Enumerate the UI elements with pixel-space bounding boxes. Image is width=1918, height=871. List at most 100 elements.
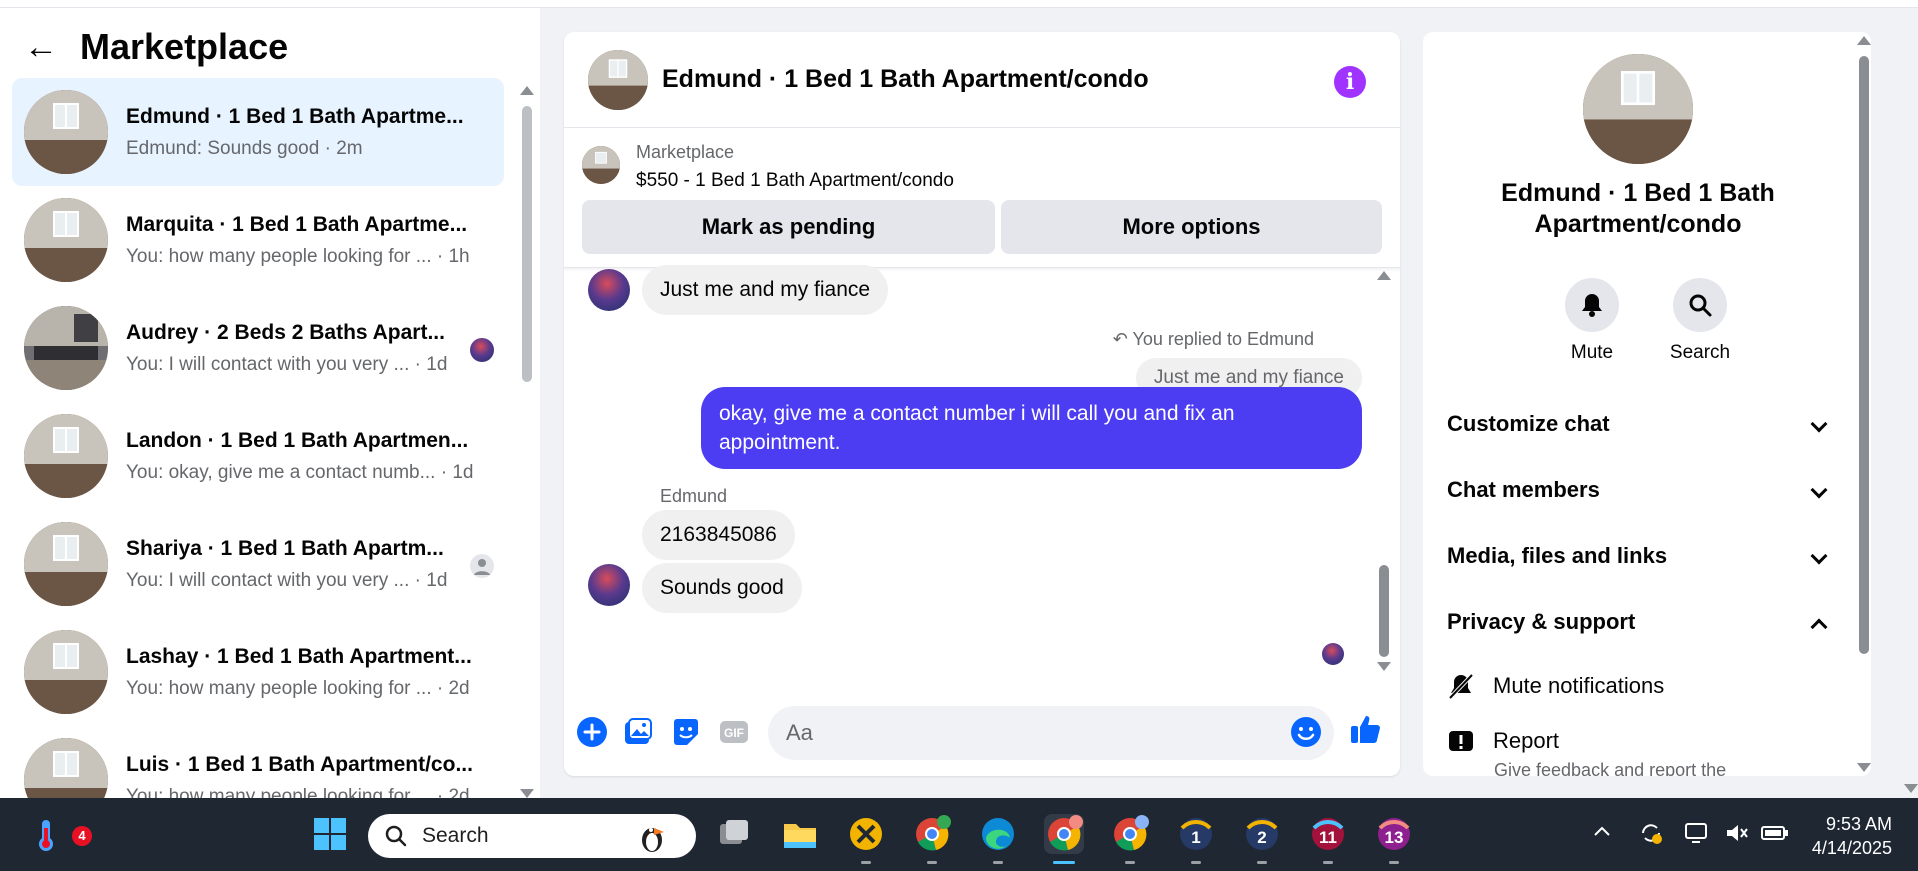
file-explorer-icon[interactable] xyxy=(780,814,820,854)
chrome-active-icon[interactable] xyxy=(1044,814,1084,864)
volume-muted-icon[interactable] xyxy=(1724,820,1750,852)
details-avatar[interactable] xyxy=(1583,54,1693,164)
sender-avatar[interactable] xyxy=(588,269,630,311)
app-window-1-icon[interactable]: 1 xyxy=(1176,814,1216,864)
details-scrollbar[interactable] xyxy=(1857,36,1871,772)
listing-title[interactable]: $550 - 1 Bed 1 Bath Apartment/condo xyxy=(636,170,954,192)
thumbs-up-icon[interactable] xyxy=(1348,712,1380,744)
listing-thumbnail xyxy=(24,198,108,282)
battery-icon[interactable] xyxy=(1760,820,1790,852)
default-user-icon xyxy=(470,554,494,578)
weather-badge: 4 xyxy=(72,826,92,846)
conversation-preview: Edmund: Sounds good · 2m xyxy=(126,137,363,159)
app-indicator xyxy=(993,861,1003,864)
sidebar-scrollbar[interactable] xyxy=(520,86,534,798)
app-indicator xyxy=(1257,861,1267,864)
scrollbar-thumb[interactable] xyxy=(1379,565,1389,657)
conversation-item[interactable]: Luis · 1 Bed 1 Bath Apartment/co... You:… xyxy=(12,726,504,798)
app-indicator xyxy=(861,861,871,864)
taskbar-search[interactable]: Search xyxy=(368,814,696,858)
chat-panel: Edmund · 1 Bed 1 Bath Apartment/condo i … xyxy=(564,32,1400,776)
task-view-icon[interactable] xyxy=(714,814,754,854)
thermometer-icon xyxy=(39,820,53,851)
puffin-icon xyxy=(642,828,664,852)
scrollbar-thumb[interactable] xyxy=(1859,56,1869,654)
privacy-support-section[interactable]: Privacy & support xyxy=(1447,602,1837,642)
reply-note: ↶ You replied to Edmund xyxy=(1113,329,1314,350)
app-window-2-icon[interactable]: 2 xyxy=(1242,814,1282,864)
sync-icon[interactable] xyxy=(1638,820,1664,852)
message-input[interactable] xyxy=(768,706,1334,760)
conversation-preview: You: how many people looking for ... · 2… xyxy=(126,785,470,799)
report-item[interactable]: Report xyxy=(1447,727,1559,755)
conversation-name: Luis · 1 Bed 1 Bath Apartment/co... xyxy=(126,752,473,776)
scroll-up-icon[interactable] xyxy=(520,86,534,95)
chrome-profile-icon[interactable] xyxy=(1110,814,1150,864)
conversation-sidebar: ← Marketplace Edmund · 1 Bed 1 Bath Apar… xyxy=(0,8,540,798)
chevron-up-icon[interactable] xyxy=(1592,822,1612,848)
conversation-name: Lashay · 1 Bed 1 Bath Apartment... xyxy=(126,644,472,668)
chat-title[interactable]: Edmund · 1 Bed 1 Bath Apartment/condo xyxy=(662,65,1149,94)
chrome-profile-icon[interactable] xyxy=(912,814,952,864)
scroll-down-icon[interactable] xyxy=(520,789,534,798)
app-window-3-icon[interactable]: 11 xyxy=(1308,814,1348,864)
media-files-links-section[interactable]: Media, files and links xyxy=(1447,536,1837,576)
scrollbar-thumb[interactable] xyxy=(522,106,532,382)
report-label: Report xyxy=(1493,728,1560,753)
emoji-icon[interactable] xyxy=(1290,716,1322,748)
edge-icon[interactable] xyxy=(978,814,1018,864)
chevron-up-icon xyxy=(1810,618,1828,636)
bell-icon[interactable] xyxy=(1565,278,1619,332)
page-scroll-down-icon[interactable] xyxy=(1904,784,1918,793)
scroll-up-icon[interactable] xyxy=(1377,271,1391,280)
search-icon xyxy=(385,825,407,847)
weather-widget[interactable]: 4 xyxy=(26,814,92,854)
xmind-app-icon[interactable] xyxy=(846,814,886,864)
conversation-item[interactable]: Lashay · 1 Bed 1 Bath Apartment... You: … xyxy=(12,618,504,726)
outgoing-message[interactable]: okay, give me a contact number i will ca… xyxy=(701,387,1362,469)
conversation-item[interactable]: Landon · 1 Bed 1 Bath Apartmen... You: o… xyxy=(12,402,504,510)
app-indicator xyxy=(927,861,937,864)
mute-notifications-item[interactable]: Mute notifications xyxy=(1447,672,1664,700)
info-icon[interactable]: i xyxy=(1334,66,1366,98)
mute-action[interactable]: Mute xyxy=(1547,278,1637,364)
gif-icon[interactable]: GIF xyxy=(718,716,750,748)
incoming-message[interactable]: Sounds good xyxy=(642,563,802,613)
incoming-message[interactable]: Just me and my fiance xyxy=(642,265,889,315)
sticker-icon[interactable] xyxy=(670,716,702,748)
incoming-message[interactable]: 2163845086 xyxy=(642,510,795,560)
chat-avatar[interactable] xyxy=(588,49,648,110)
conversation-item[interactable]: Audrey · 2 Beds 2 Baths Apart... You: I … xyxy=(12,294,504,402)
display-icon[interactable] xyxy=(1684,820,1710,852)
conversation-item[interactable]: Marquita · 1 Bed 1 Bath Apartme... You: … xyxy=(12,186,504,294)
customize-chat-section[interactable]: Customize chat xyxy=(1447,404,1837,444)
scroll-up-icon[interactable] xyxy=(1857,36,1871,45)
system-clock[interactable]: 9:53 AM 4/14/2025 xyxy=(1812,812,1892,860)
mark-pending-button[interactable]: Mark as pending xyxy=(582,200,995,254)
chat-members-section[interactable]: Chat members xyxy=(1447,470,1837,510)
app-indicator xyxy=(1053,861,1075,864)
more-options-button[interactable]: More options xyxy=(1001,200,1382,254)
conversation-preview: You: how many people looking for ... · 2… xyxy=(126,677,470,699)
reply-arrow-icon: ↶ xyxy=(1112,329,1133,349)
conversation-item[interactable]: Shariya · 1 Bed 1 Bath Apartm... You: I … xyxy=(12,510,504,618)
scroll-down-icon[interactable] xyxy=(1377,662,1391,671)
photo-icon[interactable] xyxy=(622,716,654,748)
search-action[interactable]: Search xyxy=(1655,278,1745,364)
scroll-down-icon[interactable] xyxy=(1857,763,1871,772)
report-subtitle: Give feedback and report the xyxy=(1494,760,1727,776)
app-window-4-icon[interactable]: 13 xyxy=(1374,814,1414,864)
sender-avatar[interactable] xyxy=(588,564,630,606)
listing-thumbnail[interactable] xyxy=(582,146,620,184)
chevron-down-icon xyxy=(1810,481,1828,499)
search-icon[interactable] xyxy=(1673,278,1727,332)
back-arrow-icon[interactable]: ← xyxy=(24,30,58,64)
conversation-item[interactable]: Edmund · 1 Bed 1 Bath Apartme... Edmund:… xyxy=(12,78,504,186)
start-button[interactable] xyxy=(310,814,350,854)
chat-scrollbar[interactable] xyxy=(1377,271,1391,671)
chevron-down-icon xyxy=(1810,415,1828,433)
listing-thumbnail xyxy=(24,630,108,714)
plus-icon[interactable] xyxy=(576,716,608,748)
mute-notifications-label: Mute notifications xyxy=(1493,673,1665,698)
conversation-name: Marquita · 1 Bed 1 Bath Apartme... xyxy=(126,212,468,236)
